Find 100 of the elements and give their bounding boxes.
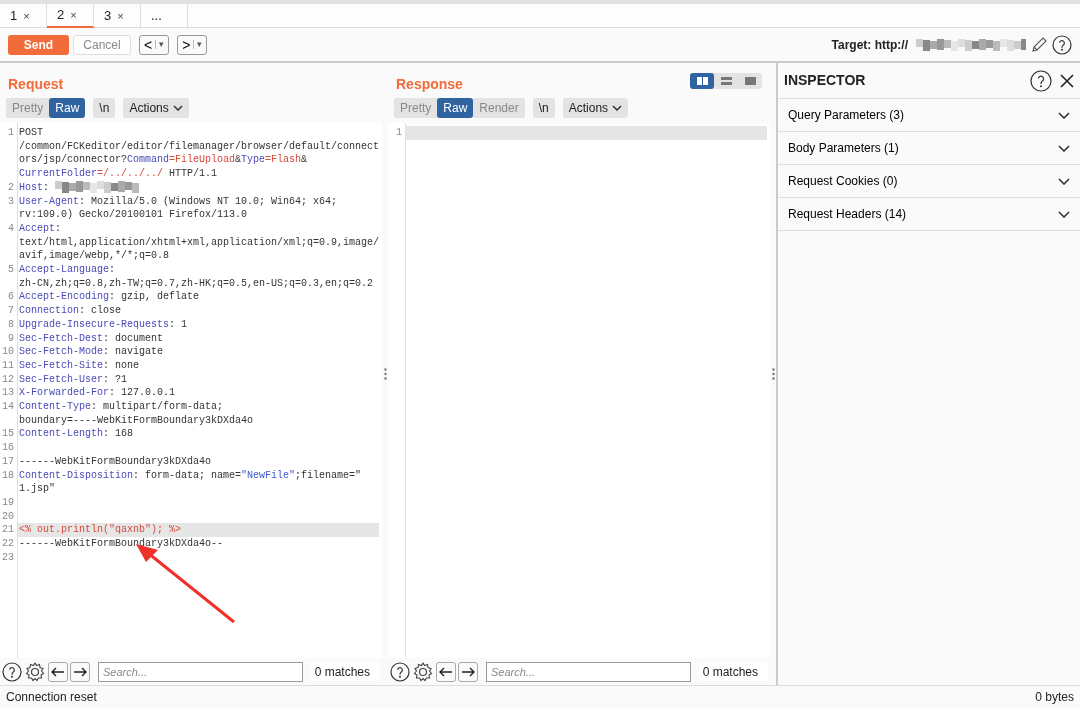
- code-line: User-Agent: Mozilla/5.0 (Windows NT 10.0; Win64; x64;: [19, 194, 339, 209]
- code-line: Sec-Fetch-Mode: navigate: [19, 345, 165, 359]
- code-line: X-Forwarded-For: 127.0.0.1: [19, 386, 177, 401]
- tab[interactable]: 1 ×: [0, 4, 47, 28]
- line-number: 12: [1, 372, 15, 387]
- code-line: ------WebKitFormBoundary3kDXda4o--: [19, 537, 225, 551]
- chevron-down-icon: [612, 105, 623, 111]
- line-number: 21: [1, 523, 15, 538]
- chevron-down-icon: [1058, 111, 1070, 119]
- code-line: Sec-Fetch-User: ?1: [19, 372, 129, 387]
- code-line: text/html,application/xhtml+xml,application/xml;q=0.9,image/: [19, 235, 380, 250]
- view-tab[interactable]: Raw: [49, 98, 86, 118]
- line-number: 6: [7, 290, 15, 305]
- line-number: 9: [7, 331, 15, 346]
- line-number: 7: [7, 304, 15, 318]
- arrow-left-icon: [439, 666, 453, 677]
- arrow-left-icon: [51, 666, 65, 677]
- chevron-down-icon: [1058, 177, 1070, 185]
- splitter-handle[interactable]: [383, 368, 387, 380]
- code-line: Accept-Encoding: gzip, deflate: [19, 290, 201, 305]
- close-icon[interactable]: [1060, 73, 1074, 88]
- next-button[interactable]: [458, 661, 478, 682]
- code-text: Host: [19, 181, 43, 193]
- line-number: 1: [7, 126, 15, 140]
- code-line: POST: [19, 126, 44, 140]
- pane-title: Request: [8, 74, 64, 94]
- chevron-down-icon: [1058, 144, 1070, 152]
- code-line: Content-Type: multipart/form-data;: [19, 400, 225, 414]
- code-line: Sec-Fetch-Dest: document: [19, 331, 165, 346]
- settings-icon[interactable]: [24, 660, 46, 683]
- line-number: 2: [7, 180, 15, 195]
- help-icon[interactable]: [390, 661, 410, 682]
- code-line: Sec-Fetch-Site: none: [19, 358, 141, 373]
- match-count: 0 matches: [698, 662, 768, 681]
- code-line: Accept:: [19, 221, 63, 236]
- forward-button[interactable]: > ▾: [177, 34, 208, 55]
- code-line: 1.jsp": [19, 482, 56, 496]
- chevron-down-icon: [172, 105, 183, 111]
- pane-title: Response: [396, 74, 463, 94]
- line-number: 3: [7, 194, 15, 209]
- code-line: boundary=----WebKitFormBoundary3kDXda4o: [19, 413, 255, 428]
- previous-button[interactable]: [48, 661, 68, 682]
- previous-button[interactable]: [436, 661, 456, 682]
- line-number: 4: [7, 221, 15, 236]
- code-line: ors/jsp/connector?Command=FileUpload&Type=Flash&: [19, 153, 309, 168]
- help-icon[interactable]: [1052, 34, 1072, 55]
- line-number: 14: [1, 400, 15, 415]
- line-number: 5: [7, 263, 15, 278]
- line-number: 16: [1, 441, 15, 455]
- settings-icon[interactable]: [412, 660, 434, 683]
- target-label: Target: http://: [831, 36, 908, 54]
- line-number: 19: [1, 496, 15, 510]
- line-number: 10: [1, 345, 15, 359]
- pencil-icon[interactable]: [1030, 35, 1048, 54]
- help-icon[interactable]: [2, 661, 22, 682]
- tab[interactable]: ...: [141, 4, 188, 28]
- splitter-handle[interactable]: [771, 368, 775, 380]
- line-number: 18: [1, 468, 15, 483]
- code-line: rv:109.0) Gecko/20100101 Firefox/113.0: [19, 208, 249, 222]
- view-tab[interactable]: Raw: [437, 98, 474, 118]
- actions-button[interactable]: Actions: [562, 98, 629, 118]
- arrow-right-icon: [73, 666, 87, 677]
- code-line: Connection: close: [19, 304, 123, 318]
- search-field[interactable]: Search...: [98, 661, 303, 682]
- line-number: 23: [1, 550, 15, 565]
- line-number: 8: [7, 317, 15, 332]
- code-line: zh-CN,zh;q=0.8,zh-TW;q=0.7,zh-HK;q=0.5,en-US;q=0.3,en;q=0.2: [19, 276, 375, 291]
- code-line: CurrentFolder=/../../../ HTTP/1.1: [19, 167, 219, 181]
- status-text: Connection reset: [6, 689, 97, 706]
- line-number: 17: [1, 454, 15, 469]
- code-line: /common/FCKeditor/editor/filemanager/browser/default/connect: [19, 139, 380, 154]
- response-size: 0 bytes: [1035, 689, 1074, 706]
- code-line: Upgrade-Insecure-Requests: 1: [19, 317, 189, 332]
- code-editor[interactable]: [0, 123, 382, 658]
- code-line: ------WebKitFormBoundary3kDXda4o: [19, 454, 213, 469]
- code-text: :: [43, 181, 51, 193]
- two-column-icon: [696, 77, 708, 85]
- arrow-right-icon: [461, 666, 475, 677]
- help-icon[interactable]: [1030, 69, 1052, 92]
- actions-button[interactable]: Actions: [123, 98, 189, 118]
- line-number: 1: [395, 126, 403, 140]
- tab[interactable]: 2 ×: [47, 4, 94, 28]
- newline-toggle[interactable]: \n: [93, 98, 116, 118]
- inspector-title: INSPECTOR: [784, 71, 866, 90]
- line-number: 11: [1, 358, 15, 373]
- chevron-down-icon: [1058, 210, 1070, 218]
- single-pane-icon: [744, 77, 756, 85]
- newline-toggle[interactable]: \n: [532, 98, 555, 118]
- line-number: 20: [1, 509, 15, 524]
- code-line: Content-Disposition: form-data; name="NewFile";filename=": [19, 468, 363, 483]
- code-line: avif,image/webp,*/*;q=0.8: [19, 249, 171, 264]
- search-field[interactable]: Search...: [486, 661, 691, 682]
- layout-button[interactable]: [690, 73, 714, 89]
- back-button[interactable]: < ▾: [139, 34, 170, 55]
- line-number: 13: [1, 386, 15, 401]
- tab[interactable]: 3 ×: [94, 4, 141, 28]
- code-editor[interactable]: 1: [388, 123, 770, 658]
- next-button[interactable]: [70, 661, 90, 682]
- code-line: Content-Length: 168: [19, 427, 135, 442]
- match-count: 0 matches: [310, 662, 380, 681]
